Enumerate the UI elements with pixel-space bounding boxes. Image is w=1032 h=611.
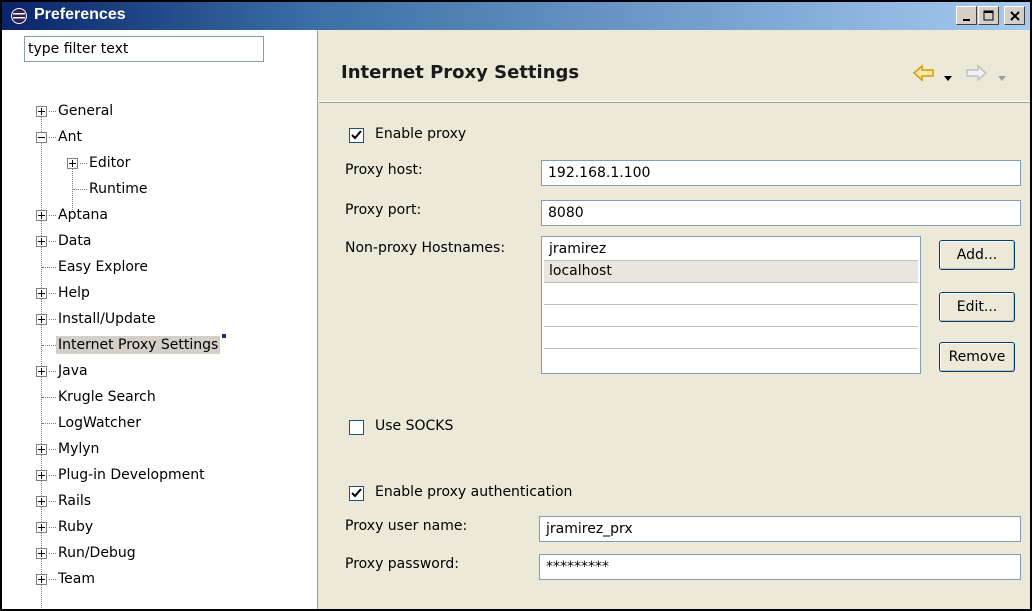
tree-item-aptana[interactable]: Aptana [36, 204, 110, 228]
tree-item-editor[interactable]: Editor [67, 152, 132, 176]
remove-button[interactable]: Remove [939, 342, 1015, 372]
tree-item-logwatcher[interactable]: LogWatcher [36, 412, 143, 436]
tree-item-krugle-search[interactable]: Krugle Search [36, 386, 158, 410]
enable-proxy-checkbox[interactable] [349, 128, 364, 143]
title-bar[interactable]: Preferences [2, 2, 1030, 30]
proxy-password-label: Proxy password: [345, 556, 459, 572]
use-socks-checkbox[interactable] [349, 420, 364, 435]
forward-arrow-icon[interactable] [964, 64, 988, 86]
list-item[interactable]: localhost [544, 261, 918, 283]
history-nav [912, 64, 1022, 84]
use-socks-label: Use SOCKS [375, 418, 454, 434]
dropdown-icon[interactable] [998, 70, 1006, 86]
list-item[interactable] [544, 305, 918, 327]
tree-item-team[interactable]: Team [36, 568, 97, 592]
expand-icon[interactable] [36, 288, 47, 299]
proxy-host-input[interactable]: 192.168.1.100 [541, 160, 1021, 186]
non-proxy-hostnames-label: Non-proxy Hostnames: [345, 240, 506, 256]
expand-icon[interactable] [36, 314, 47, 325]
expand-icon[interactable] [36, 522, 47, 533]
preferences-tree-panel: General Ant Editor Runtime Aptana [2, 30, 318, 609]
tree-item-data[interactable]: Data [36, 230, 93, 254]
checkmark-icon [351, 130, 362, 140]
header-divider [319, 102, 1030, 103]
eclipse-app-icon [10, 7, 28, 25]
close-button[interactable] [1004, 6, 1025, 25]
expand-icon[interactable] [36, 470, 47, 481]
tree-item-ruby[interactable]: Ruby [36, 516, 95, 540]
tree-item-internet-proxy-settings[interactable]: Internet Proxy Settings [36, 334, 227, 358]
proxy-port-input[interactable]: 8080 [541, 200, 1021, 226]
list-item[interactable] [544, 349, 918, 371]
proxy-host-label: Proxy host: [345, 162, 423, 178]
tree-item-run-debug[interactable]: Run/Debug [36, 542, 138, 566]
collapse-icon[interactable] [36, 132, 47, 143]
filter-input[interactable] [24, 36, 264, 62]
proxy-user-name-input[interactable]: jramirez_prx [539, 516, 1021, 542]
tree-item-install-update[interactable]: Install/Update [36, 308, 158, 332]
expand-icon[interactable] [36, 106, 47, 117]
expand-icon[interactable] [36, 366, 47, 377]
tree-item-general[interactable]: General [36, 100, 115, 124]
proxy-port-label: Proxy port: [345, 202, 422, 218]
tree-item-rails[interactable]: Rails [36, 490, 93, 514]
maximize-button[interactable] [978, 6, 999, 25]
tree-item-easy-explore[interactable]: Easy Explore [36, 256, 150, 280]
list-item[interactable] [544, 327, 918, 349]
tree-item-java[interactable]: Java [36, 360, 90, 384]
expand-icon[interactable] [67, 158, 78, 169]
window-title: Preferences [34, 6, 126, 23]
minimize-button[interactable] [956, 6, 977, 25]
add-button[interactable]: Add... [939, 240, 1015, 270]
edit-button[interactable]: Edit... [939, 292, 1015, 322]
enable-proxy-auth-checkbox[interactable] [349, 486, 364, 501]
proxy-password-input[interactable]: ********* [539, 554, 1021, 580]
expand-icon[interactable] [36, 236, 47, 247]
tree-item-help[interactable]: Help [36, 282, 92, 306]
tree-item-ant[interactable]: Ant [36, 126, 84, 150]
back-arrow-icon[interactable] [912, 64, 936, 86]
tree-item-runtime[interactable]: Runtime [67, 178, 149, 202]
checkmark-icon [351, 488, 362, 498]
proxy-user-name-label: Proxy user name: [345, 518, 468, 534]
expand-icon[interactable] [36, 574, 47, 585]
page-title: Internet Proxy Settings [341, 62, 580, 83]
dropdown-icon[interactable] [944, 70, 952, 86]
selection-marker [222, 334, 227, 338]
expand-icon[interactable] [36, 444, 47, 455]
tree-item-plug-in-development[interactable]: Plug-in Development [36, 464, 207, 488]
expand-icon[interactable] [36, 210, 47, 221]
page-header: Internet Proxy Settings [319, 30, 1030, 102]
settings-page: Internet Proxy Settings Enable proxy Pro… [319, 30, 1030, 609]
list-item[interactable]: jramirez [544, 239, 918, 261]
preferences-window: Preferences General Ant [0, 0, 1032, 611]
expand-icon[interactable] [36, 496, 47, 507]
expand-icon[interactable] [36, 548, 47, 559]
list-item[interactable] [544, 283, 918, 305]
non-proxy-hostnames-list[interactable]: jramirez localhost [541, 236, 921, 374]
enable-proxy-label: Enable proxy [375, 126, 467, 142]
tree-item-mylyn[interactable]: Mylyn [36, 438, 101, 462]
enable-proxy-auth-label: Enable proxy authentication [375, 484, 573, 500]
